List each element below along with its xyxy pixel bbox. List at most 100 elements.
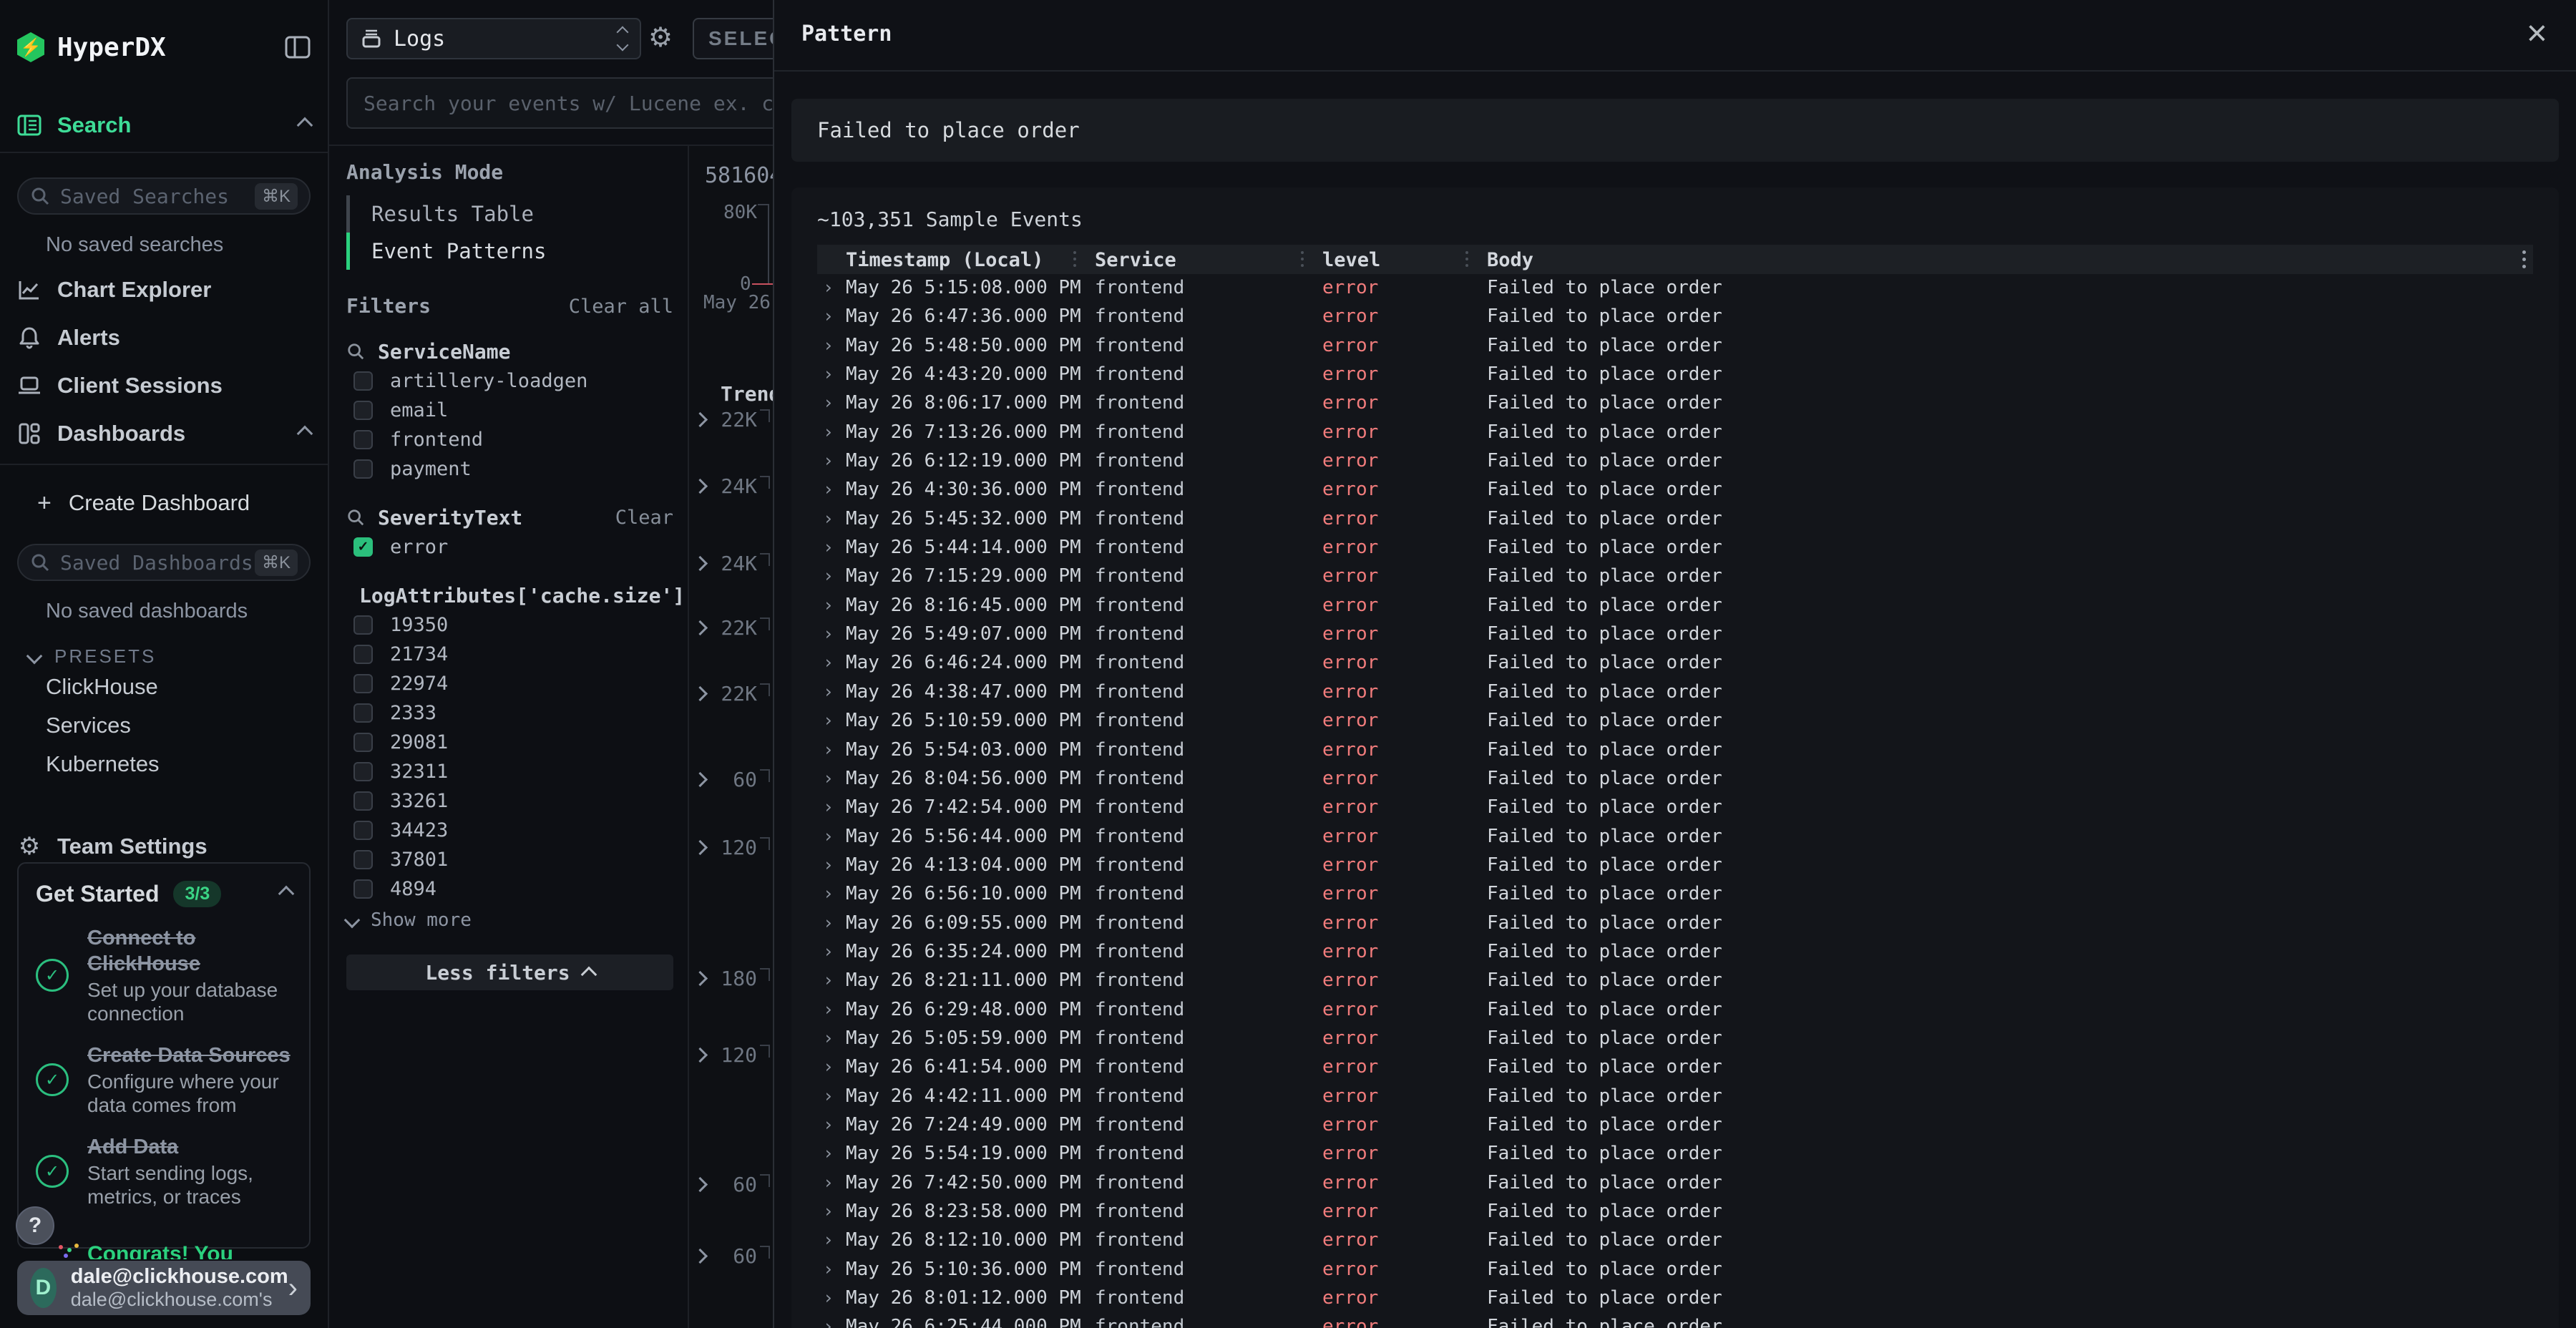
get-started-item[interactable]: ✓ Create Data Sources Configure where yo…: [36, 1043, 292, 1117]
pattern-row-stub[interactable]: 180: [689, 965, 773, 993]
chevron-right-icon[interactable]: [693, 620, 708, 635]
search-icon[interactable]: [346, 342, 365, 361]
chevron-right-icon[interactable]: [693, 1177, 708, 1192]
event-row[interactable]: ›May 26 8:04:56.000 PMfrontenderrorFaile…: [817, 765, 2533, 794]
search-icon[interactable]: [346, 508, 365, 527]
event-row[interactable]: ›May 26 4:13:04.000 PMfrontenderrorFaile…: [817, 851, 2533, 880]
expand-row-chevron-icon[interactable]: ›: [823, 652, 834, 673]
chevron-right-icon[interactable]: [693, 1249, 708, 1264]
expand-row-chevron-icon[interactable]: ›: [823, 681, 834, 702]
pattern-row-stub[interactable]: 22K: [689, 614, 773, 643]
event-row[interactable]: ›May 26 5:05:59.000 PMfrontenderrorFaile…: [817, 1025, 2533, 1053]
expand-row-chevron-icon[interactable]: ›: [823, 363, 834, 384]
expand-row-chevron-icon[interactable]: ›: [823, 710, 834, 731]
expand-row-chevron-icon[interactable]: ›: [823, 335, 834, 356]
event-row[interactable]: ›May 26 5:48:50.000 PMfrontenderrorFaile…: [817, 332, 2533, 361]
checkbox[interactable]: [353, 733, 373, 752]
close-icon[interactable]: ×: [2527, 11, 2547, 54]
table-options-kebab-icon[interactable]: [2522, 250, 2526, 254]
pattern-row-stub[interactable]: 60: [689, 766, 773, 794]
expand-row-chevron-icon[interactable]: ›: [823, 1143, 834, 1163]
pattern-row-stub[interactable]: 60: [689, 1242, 773, 1271]
filter-option[interactable]: 21734: [346, 640, 673, 669]
expand-row-chevron-icon[interactable]: ›: [823, 1229, 834, 1250]
expand-row-chevron-icon[interactable]: ›: [823, 277, 834, 298]
column-divider-icon[interactable]: [1301, 251, 1304, 254]
filter-option[interactable]: frontend: [346, 425, 673, 454]
chevron-right-icon[interactable]: [693, 772, 708, 787]
saved-dashboards-input[interactable]: Saved Dashboards ⌘K: [17, 544, 311, 581]
event-row[interactable]: ›May 26 5:49:07.000 PMfrontenderrorFaile…: [817, 620, 2533, 649]
event-row[interactable]: ›May 26 5:54:03.000 PMfrontenderrorFaile…: [817, 736, 2533, 765]
event-row[interactable]: ›May 26 6:35:24.000 PMfrontenderrorFaile…: [817, 938, 2533, 967]
event-row[interactable]: ›May 26 8:01:12.000 PMfrontenderrorFaile…: [817, 1284, 2533, 1313]
checkbox[interactable]: [353, 459, 373, 479]
event-row[interactable]: ›May 26 5:10:36.000 PMfrontenderrorFaile…: [817, 1256, 2533, 1284]
event-row[interactable]: ›May 26 5:15:08.000 PMfrontenderrorFaile…: [817, 274, 2533, 303]
checkbox[interactable]: [353, 615, 373, 635]
event-row[interactable]: ›May 26 4:38:47.000 PMfrontenderrorFaile…: [817, 678, 2533, 707]
filter-option[interactable]: ✓error: [346, 532, 673, 562]
filter-option[interactable]: 4894: [346, 874, 673, 904]
chevron-right-icon[interactable]: [693, 556, 708, 571]
event-row[interactable]: ›May 26 6:41:54.000 PMfrontenderrorFaile…: [817, 1053, 2533, 1082]
expand-row-chevron-icon[interactable]: ›: [823, 1259, 834, 1279]
expand-row-chevron-icon[interactable]: ›: [823, 1056, 834, 1077]
event-row[interactable]: ›May 26 7:15:29.000 PMfrontenderrorFaile…: [817, 562, 2533, 591]
event-row[interactable]: ›May 26 6:29:48.000 PMfrontenderrorFaile…: [817, 996, 2533, 1025]
expand-row-chevron-icon[interactable]: ›: [823, 421, 834, 442]
filter-option[interactable]: payment: [346, 454, 673, 484]
expand-row-chevron-icon[interactable]: ›: [823, 1316, 834, 1328]
column-divider-icon[interactable]: [1073, 251, 1076, 254]
expand-row-chevron-icon[interactable]: ›: [823, 508, 834, 529]
less-filters-button[interactable]: Less filters: [346, 954, 673, 990]
col-body[interactable]: Body: [1487, 249, 1533, 271]
sidebar-item-chart-explorer[interactable]: Chart Explorer: [17, 267, 311, 313]
mode-results-table[interactable]: Results Table: [346, 195, 673, 233]
expand-row-chevron-icon[interactable]: ›: [823, 1201, 834, 1221]
filter-option[interactable]: 29081: [346, 728, 673, 757]
expand-row-chevron-icon[interactable]: ›: [823, 1172, 834, 1193]
chevron-right-icon[interactable]: [693, 971, 708, 986]
checkbox[interactable]: [353, 645, 373, 664]
checkbox[interactable]: [353, 879, 373, 899]
filter-option[interactable]: 37801: [346, 845, 673, 874]
filter-option[interactable]: email: [346, 396, 673, 425]
event-row[interactable]: ›May 26 8:06:17.000 PMfrontenderrorFaile…: [817, 389, 2533, 418]
event-search-input[interactable]: Search your events w/ Lucene ex. colu: [346, 77, 819, 129]
event-row[interactable]: ›May 26 6:56:10.000 PMfrontenderrorFaile…: [817, 880, 2533, 909]
checkbox[interactable]: [353, 850, 373, 869]
expand-row-chevron-icon[interactable]: ›: [823, 768, 834, 788]
column-divider-icon[interactable]: [1465, 251, 1468, 254]
get-started-header[interactable]: Get Started 3/3: [36, 879, 292, 908]
expand-row-chevron-icon[interactable]: ›: [823, 941, 834, 962]
event-row[interactable]: ›May 26 6:12:19.000 PMfrontenderrorFaile…: [817, 447, 2533, 476]
preset-item-clickhouse[interactable]: ClickHouse: [17, 668, 311, 706]
expand-row-chevron-icon[interactable]: ›: [823, 970, 834, 990]
checkbox[interactable]: [353, 703, 373, 723]
col-level[interactable]: level: [1322, 249, 1380, 271]
expand-row-chevron-icon[interactable]: ›: [823, 392, 834, 413]
event-row[interactable]: ›May 26 5:54:19.000 PMfrontenderrorFaile…: [817, 1140, 2533, 1168]
expand-row-chevron-icon[interactable]: ›: [823, 537, 834, 557]
expand-row-chevron-icon[interactable]: ›: [823, 306, 834, 326]
expand-row-chevron-icon[interactable]: ›: [823, 912, 834, 933]
checkbox[interactable]: [353, 430, 373, 449]
pattern-row-stub[interactable]: 60: [689, 1171, 773, 1199]
pattern-row-stub[interactable]: 120: [689, 834, 773, 862]
expand-row-chevron-icon[interactable]: ›: [823, 739, 834, 760]
sidebar-item-dashboards[interactable]: Dashboards: [17, 411, 311, 456]
expand-row-chevron-icon[interactable]: ›: [823, 623, 834, 644]
saved-searches-input[interactable]: Saved Searches ⌘K: [17, 177, 311, 215]
sidebar-collapse-icon[interactable]: [285, 36, 311, 59]
preset-item-kubernetes[interactable]: Kubernetes: [17, 745, 311, 783]
event-row[interactable]: ›May 26 4:43:20.000 PMfrontenderrorFaile…: [817, 361, 2533, 389]
preset-item-services[interactable]: Services: [17, 706, 311, 745]
source-settings-gear-icon[interactable]: ⚙: [648, 24, 673, 52]
event-row[interactable]: ›May 26 7:42:54.000 PMfrontenderrorFaile…: [817, 794, 2533, 822]
event-row[interactable]: ›May 26 6:46:24.000 PMfrontenderrorFaile…: [817, 649, 2533, 678]
filter-option[interactable]: 2333: [346, 698, 673, 728]
expand-row-chevron-icon[interactable]: ›: [823, 479, 834, 499]
expand-row-chevron-icon[interactable]: ›: [823, 796, 834, 817]
event-row[interactable]: ›May 26 4:42:11.000 PMfrontenderrorFaile…: [817, 1083, 2533, 1111]
